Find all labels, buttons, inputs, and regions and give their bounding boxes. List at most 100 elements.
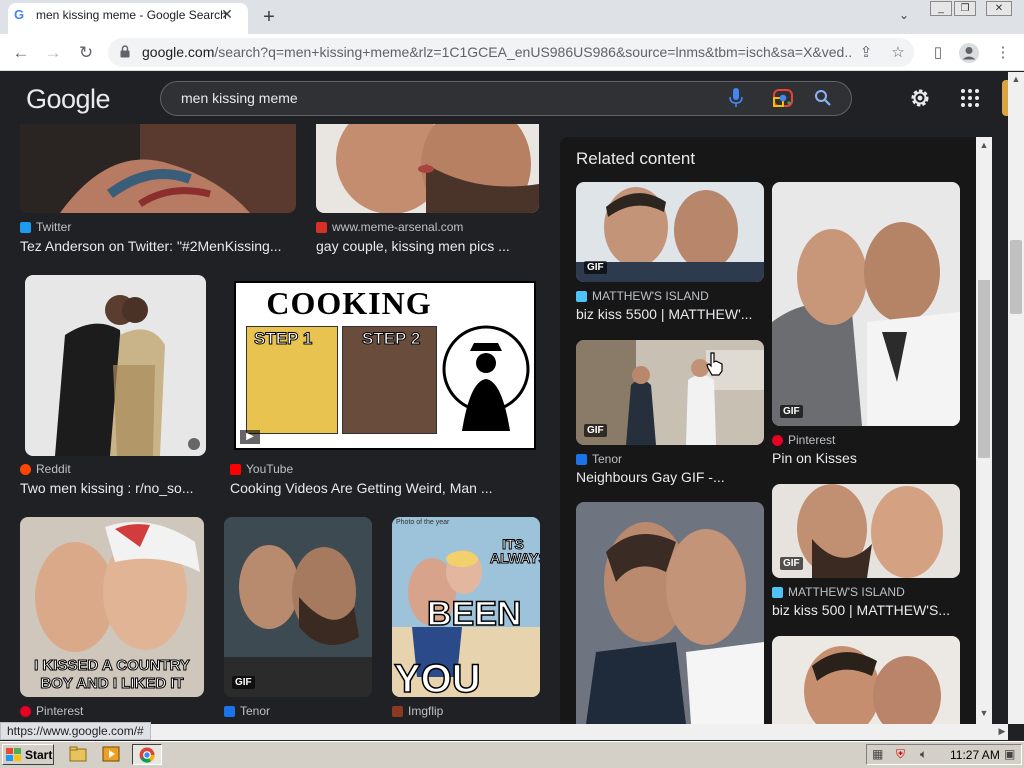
related-title[interactable]: biz kiss 500 | MATTHEW'S... bbox=[772, 602, 960, 618]
tray-notification-icon[interactable]: ▣ bbox=[1004, 747, 1020, 763]
new-tab-button[interactable]: + bbox=[258, 6, 280, 28]
result-source-label: www.meme-arsenal.com bbox=[332, 220, 464, 234]
related-source[interactable]: MATTHEW'S ISLAND bbox=[772, 585, 905, 599]
twitter-favicon-icon bbox=[20, 221, 31, 233]
result-title[interactable]: Two men kissing : r/no_so... bbox=[20, 480, 206, 496]
result-title[interactable]: Tez Anderson on Twitter: "#2MenKissing..… bbox=[20, 238, 296, 254]
minimize-button[interactable]: _ bbox=[930, 1, 952, 16]
chrome-taskbar-button[interactable] bbox=[132, 744, 162, 765]
related-scroll-down-icon[interactable]: ▼ bbox=[978, 708, 990, 720]
close-window-button[interactable]: ✕ bbox=[986, 1, 1012, 16]
result-source[interactable]: Reddit bbox=[20, 462, 71, 476]
side-panel-icon[interactable]: ▯ bbox=[927, 42, 949, 64]
result-source[interactable]: Tenor bbox=[224, 704, 270, 718]
result-source[interactable]: Imgflip bbox=[392, 704, 443, 718]
pinterest-favicon-icon bbox=[20, 705, 31, 717]
result-image[interactable]: COOKING STEP 1 STEP 2 ▶ bbox=[234, 281, 536, 450]
result-image[interactable]: Photo of the year ITS ALWAYS BEEN YOU bbox=[392, 517, 540, 697]
related-image[interactable]: GIF bbox=[576, 182, 764, 282]
scroll-up-arrow-icon[interactable]: ▲ bbox=[1010, 74, 1022, 86]
page-vertical-scrollbar[interactable] bbox=[1008, 72, 1024, 724]
related-image[interactable]: GIF bbox=[576, 340, 764, 445]
gif-indicator-icon bbox=[188, 438, 200, 450]
media-player-quicklaunch-icon[interactable] bbox=[101, 745, 123, 765]
google-logo[interactable]: Google bbox=[26, 84, 111, 115]
related-title[interactable]: Pin on Kisses bbox=[772, 450, 960, 466]
url-text[interactable]: google.com/search?q=men+kissing+meme&rlz… bbox=[142, 44, 852, 60]
start-button[interactable]: Start bbox=[2, 744, 54, 765]
gif-badge: GIF bbox=[584, 424, 607, 437]
result-source-label: Pinterest bbox=[36, 704, 84, 718]
lock-icon[interactable] bbox=[120, 45, 130, 58]
related-scrollbar-thumb[interactable] bbox=[978, 280, 990, 458]
chrome-icon bbox=[139, 747, 155, 763]
result-image[interactable] bbox=[20, 124, 296, 213]
result-title[interactable]: Cooking Videos Are Getting Weird, Man ..… bbox=[230, 480, 540, 496]
search-input[interactable]: men kissing meme bbox=[181, 90, 298, 106]
step-one-caption: STEP 1 bbox=[253, 329, 313, 349]
step-two-caption: STEP 2 bbox=[361, 329, 421, 349]
result-image[interactable]: GIF bbox=[224, 517, 372, 697]
reload-icon[interactable]: ↻ bbox=[75, 42, 97, 64]
result-source[interactable]: YouTube bbox=[230, 462, 293, 476]
related-source[interactable]: MATTHEW'S ISLAND bbox=[576, 289, 709, 303]
url-path: /search?q=men+kissing+meme&rlz=1C1GCEA_e… bbox=[214, 44, 852, 60]
pinterest-favicon-icon bbox=[772, 434, 783, 446]
result-source[interactable]: www.meme-arsenal.com bbox=[316, 220, 463, 234]
maximize-button[interactable]: ❐ bbox=[954, 1, 976, 16]
url-host: google.com bbox=[142, 44, 215, 60]
profile-avatar-icon[interactable] bbox=[958, 42, 980, 64]
meme-caption: YOU bbox=[393, 656, 481, 697]
hand-cursor-icon bbox=[706, 352, 723, 376]
matthews-island-favicon-icon bbox=[772, 586, 783, 598]
result-source-label: Twitter bbox=[36, 220, 72, 234]
chrome-menu-icon[interactable]: ⋮ bbox=[992, 42, 1014, 64]
bookmark-star-icon[interactable]: ☆ bbox=[887, 42, 909, 64]
status-bar-url: https://www.google.com/# bbox=[0, 722, 151, 740]
share-icon[interactable]: ⇪ bbox=[855, 42, 877, 64]
related-title[interactable]: Neighbours Gay GIF -... bbox=[576, 469, 764, 485]
result-source[interactable]: Twitter bbox=[20, 220, 71, 234]
related-image[interactable]: GIF bbox=[772, 484, 960, 578]
related-image[interactable] bbox=[576, 502, 764, 724]
horizontal-scrollbar[interactable] bbox=[0, 724, 1008, 740]
security-alert-icon[interactable]: ⛨ bbox=[896, 747, 912, 763]
result-image[interactable]: I KISSED A COUNTRY BOY AND I LIKED IT bbox=[20, 517, 204, 697]
related-source[interactable]: Tenor bbox=[576, 452, 622, 466]
forward-arrow-icon[interactable]: → bbox=[42, 42, 64, 64]
meme-caption-line: I KISSED A COUNTRY bbox=[34, 657, 191, 675]
gif-badge: GIF bbox=[584, 261, 607, 274]
back-arrow-icon[interactable]: ← bbox=[10, 42, 32, 64]
page-scrollbar-thumb[interactable] bbox=[1010, 240, 1022, 314]
related-scroll-up-icon[interactable]: ▲ bbox=[978, 140, 990, 152]
result-source-label: Tenor bbox=[240, 704, 271, 718]
result-source[interactable]: Pinterest bbox=[20, 704, 83, 718]
network-icon[interactable]: ▦ bbox=[872, 747, 888, 763]
result-source-label: YouTube bbox=[246, 462, 294, 476]
related-image[interactable]: GIF bbox=[772, 182, 960, 426]
search-icon[interactable] bbox=[814, 89, 832, 107]
meme-caption: ITS ALWAYS bbox=[490, 536, 541, 566]
explorer-quicklaunch-icon[interactable] bbox=[68, 745, 90, 765]
result-source-label: Reddit bbox=[36, 462, 71, 476]
meme-caption: BEEN bbox=[426, 594, 522, 634]
taskbar-clock[interactable]: 11:27 AM bbox=[950, 748, 1000, 762]
meme-small-caption: Photo of the year bbox=[396, 519, 450, 526]
related-image[interactable] bbox=[772, 636, 960, 724]
google-lens-icon[interactable] bbox=[773, 89, 793, 107]
related-source[interactable]: Pinterest bbox=[772, 433, 835, 447]
imgflip-favicon-icon bbox=[392, 705, 403, 717]
tab-search-chevron-icon[interactable]: ⌄ bbox=[894, 8, 914, 26]
gif-badge: GIF bbox=[780, 405, 803, 418]
google-apps-grid-icon[interactable] bbox=[960, 88, 980, 108]
microphone-icon[interactable] bbox=[729, 88, 743, 108]
settings-gear-icon[interactable] bbox=[908, 86, 932, 110]
result-image[interactable] bbox=[316, 124, 539, 213]
close-tab-icon[interactable]: ✕ bbox=[218, 5, 236, 23]
volume-icon[interactable]: 🔈︎ bbox=[920, 747, 936, 763]
related-title[interactable]: biz kiss 5500 | MATTHEW'... bbox=[576, 306, 764, 322]
result-image[interactable] bbox=[25, 275, 206, 456]
meme-arsenal-favicon-icon bbox=[316, 221, 327, 233]
result-title[interactable]: gay couple, kissing men pics ... bbox=[316, 238, 539, 254]
scroll-right-arrow-icon[interactable]: ▶ bbox=[996, 726, 1008, 738]
